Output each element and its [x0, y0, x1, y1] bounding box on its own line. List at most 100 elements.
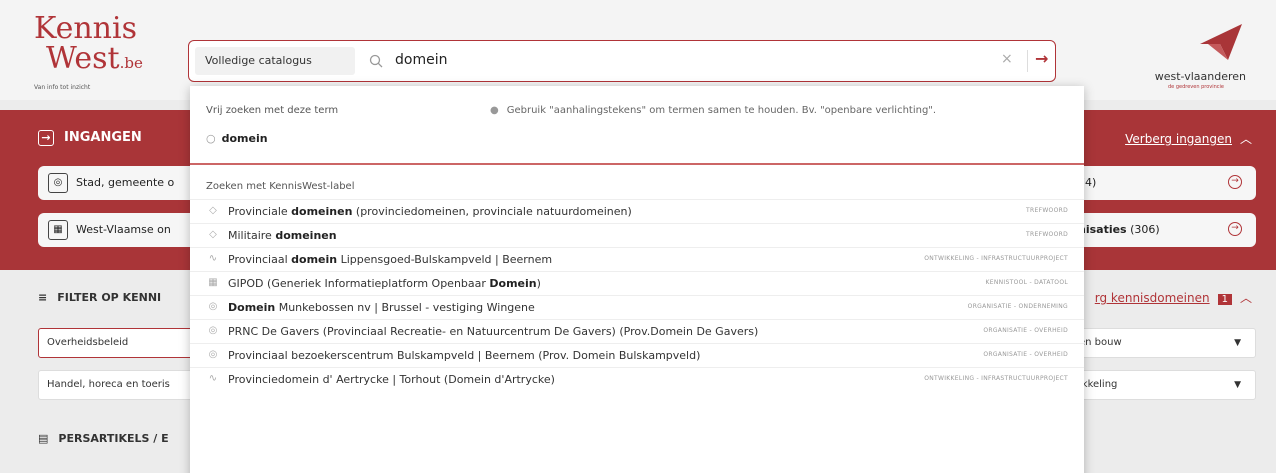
- domain-select-bouw[interactable]: en bouw ▼: [1070, 328, 1256, 358]
- domain-select-overheid[interactable]: Overheidsbeleid: [38, 328, 198, 358]
- result-kind: ORGANISATIE - ONDERNEMING: [967, 303, 1068, 310]
- page: Kennis West.be Van info tot inzicht Voll…: [0, 0, 1276, 473]
- result-text: GIPOD (Generiek Informatieplatform Openb…: [228, 277, 490, 290]
- grid-icon: ▦: [208, 277, 218, 288]
- filter-title-text: FILTER OP KENNI: [57, 291, 162, 304]
- filter-lines-icon: ≡: [38, 291, 48, 304]
- newspaper-icon: ▤: [38, 432, 49, 445]
- select-label: ikkeling: [1079, 379, 1118, 390]
- chevron-up-icon: ︿: [1239, 132, 1252, 146]
- result-text: Provinciedomein d' Aertrycke | Torhout (…: [228, 373, 555, 386]
- filter-title: ≡ FILTER OP KENNI: [38, 291, 161, 304]
- hide-domains-toggle[interactable]: rg kennisdomeinen 1 ︿: [1095, 289, 1252, 306]
- scope-select[interactable]: Volledige catalogus: [195, 47, 355, 75]
- org-icon: ◎: [208, 349, 218, 360]
- result-kind: ORGANISATIE - OVERHEID: [983, 351, 1068, 358]
- entry-pill-count: (306): [1126, 223, 1160, 236]
- logo-tagline: Van info tot inzicht: [34, 84, 91, 91]
- result-title: GIPOD (Generiek Informatieplatform Openb…: [228, 277, 541, 290]
- header: Kennis West.be Van info tot inzicht Voll…: [0, 0, 1276, 100]
- entry-pill-bold: nisaties: [1078, 223, 1127, 236]
- entry-pill-right-1[interactable]: 74) →: [1070, 166, 1256, 200]
- result-text: Lippensgoed-Bulskampveld | Beernem: [337, 253, 553, 266]
- result-text: PRNC De Gavers (Provinciaal Recreatie- e…: [228, 325, 759, 338]
- filter-count-badge: 1: [1217, 294, 1232, 305]
- province-emblem-icon: [1200, 24, 1242, 60]
- entry-pill-label: Stad, gemeente o: [76, 176, 175, 189]
- result-kind: ONTWIKKELING - INFRASTRUCTUURPROJECT: [924, 375, 1068, 382]
- result-row[interactable]: ◎ Provinciaal bezoekerscentrum Bulskampve…: [190, 343, 1084, 367]
- chevron-up-icon: ︿: [1239, 291, 1252, 305]
- select-label: en bouw: [1079, 337, 1122, 348]
- arrow-circle-icon: →: [1228, 175, 1242, 189]
- hide-entries-label: Verberg ingangen: [1125, 132, 1232, 146]
- west-vlaanderen-logo[interactable]: west-vlaanderen de gedreven provincie: [1100, 22, 1250, 92]
- tag-icon: ◇: [209, 229, 217, 240]
- domain-select-ontwikkeling[interactable]: ikkeling ▼: [1070, 370, 1256, 400]
- logo-line1: Kennis: [34, 11, 137, 46]
- result-row[interactable]: ◇ Provinciale domeinen (provinciedomeinen…: [190, 199, 1084, 223]
- wave-icon: ∿: [208, 253, 218, 264]
- arrow-circle-icon: →: [38, 130, 54, 146]
- result-text: Provinciaal: [228, 253, 292, 266]
- tag-icon: ◇: [209, 205, 217, 216]
- result-row[interactable]: ◇ Militaire domeinen TREFWOORD: [190, 223, 1084, 247]
- info-icon: ●: [490, 105, 499, 116]
- result-match: Domein: [489, 277, 537, 290]
- result-text: (provinciedomeinen, provinciale natuurdo…: [352, 205, 632, 218]
- org-icon: ◎: [208, 325, 218, 336]
- result-kind: TREFWOORD: [1026, 231, 1068, 238]
- result-kind: ONTWIKKELING - INFRASTRUCTUURPROJECT: [924, 255, 1068, 262]
- entry-pill-right-2[interactable]: nisaties (306) →: [1070, 213, 1256, 247]
- result-title: Provinciedomein d' Aertrycke | Torhout (…: [228, 373, 555, 386]
- result-row[interactable]: ◎ Domein Munkebossen nv | Brussel - vesti…: [190, 295, 1084, 319]
- result-text: ): [536, 277, 541, 290]
- result-title: Militaire domeinen: [228, 229, 337, 242]
- result-text: Militaire: [228, 229, 276, 242]
- arrow-circle-icon: →: [1228, 222, 1242, 236]
- search-icon: ○: [206, 132, 216, 145]
- clear-icon[interactable]: ×: [1001, 51, 1013, 67]
- result-row[interactable]: ◎ PRNC De Gavers (Provinciaal Recreatie- …: [190, 319, 1084, 343]
- result-title: Provinciale domeinen (provinciedomeinen,…: [228, 205, 632, 218]
- result-kind: TREFWOORD: [1026, 207, 1068, 214]
- result-match: domeinen: [275, 229, 337, 242]
- result-kind: ORGANISATIE - OVERHEID: [983, 327, 1068, 334]
- result-text: Provinciaal bezoekerscentrum Bulskampvel…: [228, 349, 701, 362]
- result-title: Provinciaal domein Lippensgoed-Bulskampv…: [228, 253, 552, 266]
- entry-pill-orgs[interactable]: ▦ West-Vlaamse on: [38, 213, 198, 247]
- free-search-option[interactable]: ○ domein: [206, 132, 268, 145]
- caret-down-icon: ▼: [1234, 380, 1241, 390]
- hide-entries-toggle[interactable]: Verberg ingangen ︿: [1125, 130, 1252, 147]
- press-section-title: ▤ PERSARTIKELS / E: [38, 432, 169, 445]
- result-title: PRNC De Gavers (Provinciaal Recreatie- e…: [228, 325, 758, 338]
- band-title-text: INGANGEN: [64, 130, 142, 145]
- search-submit-icon[interactable]: →: [1035, 49, 1048, 68]
- free-search-label: Vrij zoeken met deze term: [206, 105, 339, 116]
- brand-name: west-vlaanderen: [1154, 70, 1246, 83]
- divider: [190, 163, 1084, 165]
- hide-domains-label: rg kennisdomeinen: [1094, 291, 1210, 305]
- result-text: Provinciale: [228, 205, 292, 218]
- result-title: Domein Munkebossen nv | Brussel - vestig…: [228, 301, 535, 314]
- wave-icon: ∿: [208, 373, 218, 384]
- entry-pill-label: West-Vlaamse on: [76, 223, 171, 236]
- result-row[interactable]: ▦ GIPOD (Generiek Informatieplatform Open…: [190, 271, 1084, 295]
- result-row[interactable]: ∿ Provinciedomein d' Aertrycke | Torhout …: [190, 367, 1084, 391]
- label-search-heading: Zoeken met KennisWest-label: [206, 181, 355, 192]
- brand-sub: de gedreven provincie: [1168, 84, 1224, 90]
- caret-down-icon: ▼: [1234, 338, 1241, 348]
- kenniswest-logo[interactable]: Kennis West.be Van info tot inzicht: [34, 14, 174, 94]
- result-row[interactable]: ∿ Provinciaal domein Lippensgoed-Bulskamp…: [190, 247, 1084, 271]
- band-title: → INGANGEN: [38, 130, 142, 146]
- search-box: Volledige catalogus domein × →: [188, 40, 1056, 82]
- logo-word: West: [46, 41, 120, 76]
- entry-pill-city[interactable]: ◎ Stad, gemeente o: [38, 166, 198, 200]
- logo-tld: .be: [119, 54, 143, 72]
- result-match: Domein: [228, 301, 276, 314]
- domain-select-handel[interactable]: Handel, horeca en toeris: [38, 370, 198, 400]
- quote-hint: ● Gebruik "aanhalingstekens" om termen sa…: [490, 105, 936, 116]
- search-input[interactable]: domein: [395, 52, 447, 68]
- autocomplete-dropdown: Vrij zoeken met deze term ● Gebruik "aanh…: [190, 86, 1084, 473]
- logo-line2: West.be: [46, 42, 143, 80]
